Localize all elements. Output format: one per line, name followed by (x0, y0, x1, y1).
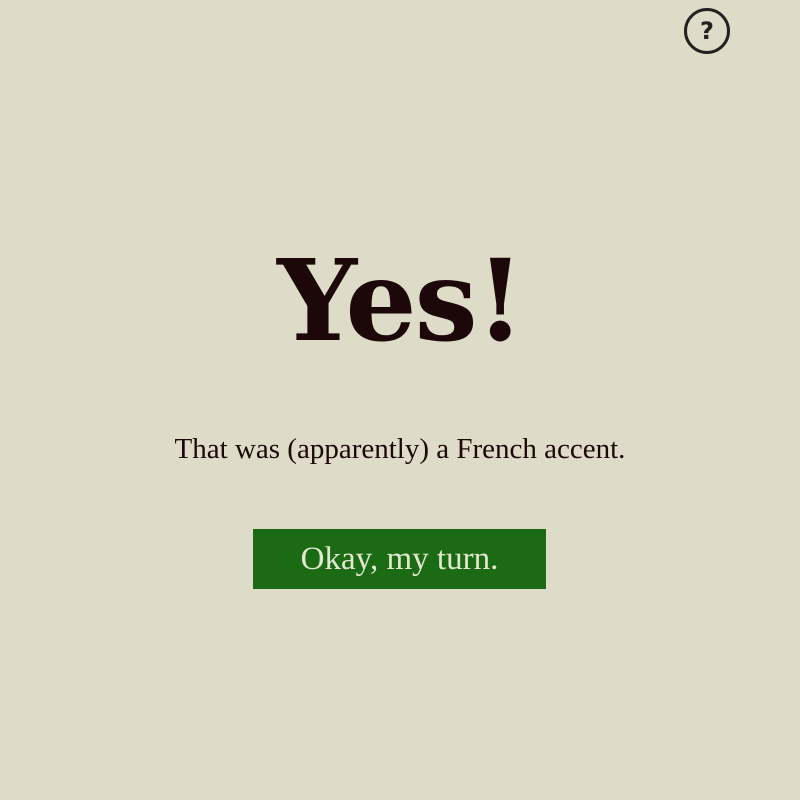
help-button[interactable]: ? (684, 8, 730, 54)
result-headline: Yes! (277, 236, 525, 367)
question-mark-icon: ? (700, 17, 714, 45)
my-turn-button[interactable]: Okay, my turn. (253, 529, 546, 589)
result-message: That was (apparently) a French accent. (174, 433, 626, 465)
